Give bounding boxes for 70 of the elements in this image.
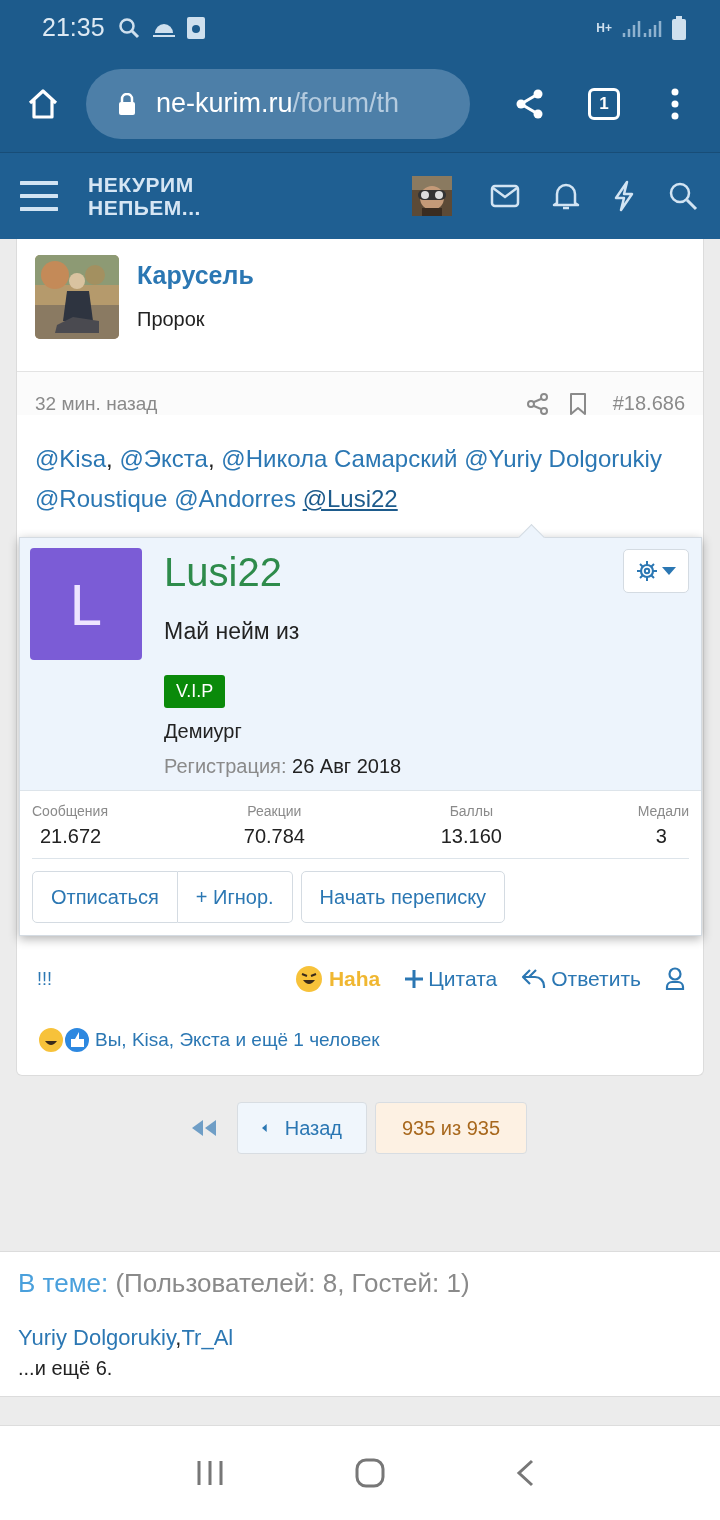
stat-value: 3	[655, 825, 667, 848]
caret-icon	[262, 1121, 267, 1135]
home-icon[interactable]	[355, 1458, 385, 1488]
user-rank: Демиург	[164, 720, 242, 743]
post-number[interactable]: #18.686	[612, 392, 685, 415]
clock: 21:35	[42, 13, 105, 42]
tab-count-button[interactable]: 1	[588, 87, 620, 120]
mention-link[interactable]: @Kisa	[35, 445, 107, 472]
mention-link[interactable]: @Lusi22	[302, 485, 398, 512]
stat-value: 13.160	[440, 825, 502, 848]
stat-label: Баллы	[449, 803, 493, 819]
author-name[interactable]: Карусель	[137, 261, 254, 290]
battery-icon	[672, 15, 686, 40]
reply-button[interactable]: Ответить	[521, 967, 641, 991]
mention-link[interactable]: @Roustique	[35, 485, 168, 512]
card-button[interactable]: Начать переписку	[300, 871, 506, 923]
report-link[interactable]: !!!	[37, 968, 52, 990]
settings-button[interactable]	[623, 549, 689, 593]
quote-button[interactable]: Цитата	[404, 967, 498, 991]
recent-apps-icon[interactable]	[195, 1460, 224, 1486]
network-type: H+	[596, 20, 612, 35]
share-icon[interactable]	[526, 392, 549, 415]
mentions-text: @Kisa, @Экста, @Никола Самарский @Yuriy Dolgorukiy @Roustique @Andorres @Lusi22	[35, 444, 663, 514]
search-icon[interactable]	[668, 181, 698, 211]
card-button[interactable]: + Игнор.	[177, 871, 293, 923]
user-icon[interactable]	[665, 967, 685, 991]
mention-link[interactable]: @Yuriy Dolgorukiy	[464, 445, 662, 472]
stat-label: Медали	[637, 803, 689, 819]
page-indicator[interactable]: 935 из 935	[375, 1102, 527, 1154]
reply-icon	[521, 968, 548, 990]
back-icon[interactable]	[516, 1459, 535, 1487]
lock-icon	[118, 92, 136, 115]
reactions-summary[interactable]: Вы, Kisa, Экста и ещё 1 человек	[95, 1029, 380, 1051]
vip-badge: V.I.P	[164, 675, 226, 708]
menu-icon[interactable]	[20, 180, 58, 212]
home-icon[interactable]	[26, 86, 60, 121]
card-button[interactable]: Отписаться	[32, 871, 178, 923]
mention-link[interactable]: @Экста	[119, 445, 208, 472]
stat-value: 70.784	[243, 825, 305, 848]
online-users: Yuriy Dolgorukiy,Tr_Al	[18, 1325, 235, 1351]
mention-link[interactable]: @Никола Самарский	[221, 445, 458, 472]
post-time[interactable]: 32 мин. назад	[35, 392, 158, 415]
settings-icon	[636, 559, 658, 583]
user-link[interactable]: Yuriy Dolgorukiy	[18, 1325, 176, 1350]
laughing-emoji-icon	[294, 965, 323, 993]
bell-icon[interactable]	[552, 181, 580, 211]
mention-link[interactable]: @Andorres	[174, 485, 296, 512]
username[interactable]: Lusi22	[164, 550, 282, 594]
lightning-icon[interactable]	[612, 180, 636, 212]
online-title: В теме:	[18, 1268, 109, 1298]
menu-icon[interactable]	[670, 87, 680, 120]
bookmark-icon[interactable]	[568, 392, 587, 415]
user-link[interactable]: Tr_Al	[181, 1325, 234, 1350]
stat-label: Реакции	[247, 803, 302, 819]
user-status: Май нейм из	[164, 618, 300, 645]
site-logo[interactable]: НЕКУРИМ	[88, 173, 201, 196]
back-button[interactable]: Назад	[237, 1102, 367, 1154]
caret-icon	[662, 567, 676, 575]
stat-label: Сообщения	[32, 803, 108, 819]
author-title: Пророк	[137, 308, 206, 331]
mail-icon[interactable]	[490, 184, 520, 208]
online-counts: (Пользователей: 8, Гостей: 1)	[115, 1268, 470, 1298]
site-logo[interactable]: НЕПЬЕМ...	[88, 196, 201, 219]
user-avatar: L	[30, 548, 142, 660]
more-users: ...и ещё 6.	[18, 1357, 114, 1380]
stat-value: 21.672	[40, 825, 102, 848]
search-icon	[116, 15, 141, 40]
address-bar[interactable]: ne-kurim.ru/forum/th	[86, 68, 470, 139]
registration-date: Регистрация: 26 Авг 2018	[164, 755, 402, 778]
plus-icon	[404, 969, 425, 989]
